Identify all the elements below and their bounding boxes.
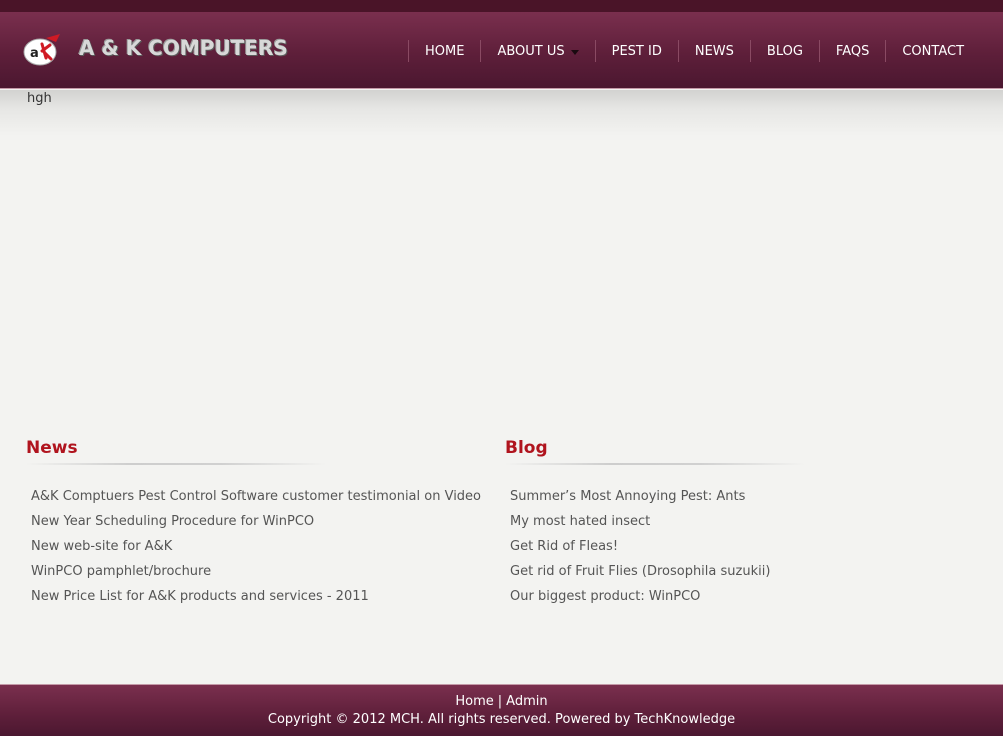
news-list: A&K Comptuers Pest Control Software cust… — [26, 488, 486, 613]
blog-link[interactable]: Get rid of Fruit Flies (Drosophila suzuk… — [510, 563, 965, 588]
blog-link[interactable]: Get Rid of Fleas! — [510, 538, 965, 563]
news-heading: News — [26, 438, 78, 458]
svg-text:a: a — [30, 46, 39, 61]
brand-name: A & K COMPUTERS — [79, 36, 288, 60]
site-logo[interactable]: a A & K COMPUTERS — [22, 32, 288, 72]
nav-about-us[interactable]: ABOUT US — [480, 40, 594, 62]
site-footer: Home | Admin Copyright © 2012 MCH. All rig… — [0, 684, 1003, 736]
blog-link[interactable]: Summer’s Most Annoying Pest: Ants — [510, 488, 965, 513]
nav-contact-label: CONTACT — [902, 43, 965, 59]
main-nav: HOME ABOUT US PEST ID NEWS BLOG FAQS CON… — [408, 40, 980, 62]
top-strip — [0, 0, 1003, 12]
blog-link[interactable]: My most hated insect — [510, 513, 965, 538]
news-link[interactable]: New Year Scheduling Procedure for WinPCO — [31, 513, 486, 538]
blog-section: Blog Summer’s Most Annoying Pest: Ants M… — [505, 438, 965, 613]
page-content-text: hgh — [27, 91, 52, 106]
nav-news-label: NEWS — [694, 43, 734, 59]
nav-blog[interactable]: BLOG — [749, 40, 819, 62]
nav-pest-id[interactable]: PEST ID — [594, 40, 678, 62]
news-link[interactable]: New Price List for A&K products and serv… — [31, 588, 486, 613]
blog-heading: Blog — [505, 438, 548, 458]
news-section: News A&K Comptuers Pest Control Software… — [26, 438, 486, 613]
nav-home-label: HOME — [425, 43, 465, 59]
caret-down-icon — [570, 50, 579, 55]
news-link[interactable]: WinPCO pamphlet/brochure — [31, 563, 486, 588]
news-link[interactable]: A&K Comptuers Pest Control Software cust… — [31, 488, 486, 513]
nav-blog-label: BLOG — [766, 43, 803, 59]
nav-faqs[interactable]: FAQS — [818, 40, 885, 62]
header-shadow — [0, 90, 1003, 136]
blog-divider — [505, 463, 805, 465]
ak-logo-icon: a — [23, 34, 60, 66]
nav-pest-id-label: PEST ID — [611, 43, 662, 59]
copyright-text: Copyright © 2012 MCH. All rights reserve… — [267, 712, 736, 727]
news-divider — [26, 463, 326, 465]
nav-news[interactable]: NEWS — [677, 40, 750, 62]
nav-home[interactable]: HOME — [408, 40, 480, 62]
nav-about-us-label: ABOUT US — [497, 43, 565, 59]
footer-links: Home | Admin — [0, 694, 1003, 712]
nav-faqs-label: FAQS — [835, 43, 870, 59]
blog-list: Summer’s Most Annoying Pest: Ants My mos… — [505, 488, 965, 613]
footer-admin-link[interactable]: Admin — [506, 694, 547, 709]
blog-link[interactable]: Our biggest product: WinPCO — [510, 588, 965, 613]
site-header: a A & K COMPUTERS HOME ABOUT US PEST ID … — [0, 12, 1003, 89]
nav-contact[interactable]: CONTACT — [885, 40, 980, 62]
footer-separator: | — [497, 694, 503, 709]
footer-home-link[interactable]: Home — [455, 694, 493, 709]
news-link[interactable]: New web-site for A&K — [31, 538, 486, 563]
